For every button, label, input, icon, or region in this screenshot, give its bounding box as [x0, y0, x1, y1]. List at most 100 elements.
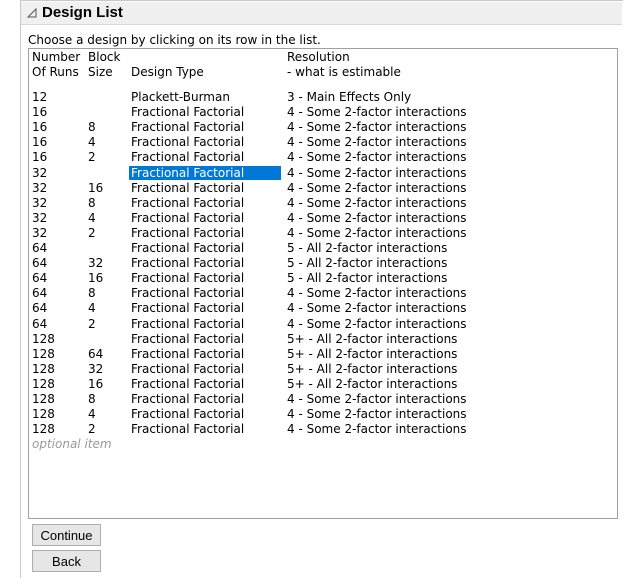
- row-resolution: 4 - Some 2-factor interactions: [287, 225, 467, 240]
- design-row[interactable]: 128 64 Fractional Factorial 5+ - All 2-fact…: [29, 347, 617, 361]
- disclosure-triangle-icon[interactable]: [25, 6, 39, 20]
- design-row[interactable]: 32 8 Fractional Factorial 4 - Some 2-factor…: [29, 196, 617, 210]
- row-resolution: 5+ - All 2-factor interactions: [287, 331, 458, 346]
- row-resolution: 5 - All 2-factor interactions: [287, 241, 448, 255]
- optional-item-row[interactable]: optional item: [32, 437, 112, 451]
- row-resolution: 4 - Some 2-factor interactions: [287, 165, 467, 180]
- design-row[interactable]: 128 8 Fractional Factorial 4 - Some 2-facto…: [29, 392, 617, 406]
- row-runs: 16: [32, 105, 48, 120]
- row-design-type: Fractional Factorial: [131, 256, 245, 271]
- header-resolution-2: - what is estimable: [287, 65, 401, 79]
- row-resolution: 4 - Some 2-factor interactions: [287, 422, 467, 437]
- row-runs: 12: [32, 90, 48, 104]
- design-row[interactable]: 64 4 Fractional Factorial 4 - Some 2-factor…: [29, 301, 617, 315]
- row-resolution: 4 - Some 2-factor interactions: [287, 180, 467, 195]
- row-block-size: 64: [88, 346, 104, 361]
- design-row[interactable]: 64 Fractional Factorial 5 - All 2-factor i…: [29, 241, 617, 255]
- design-row[interactable]: 32 2 Fractional Factorial 4 - Some 2-factor…: [29, 226, 617, 240]
- design-list-box[interactable]: Number Block Resolution Of Runs Size Des…: [28, 48, 618, 519]
- row-design-type: Fractional Factorial: [131, 392, 245, 406]
- row-runs: 64: [32, 301, 48, 316]
- design-row[interactable]: 16 Fractional Factorial 4 - Some 2-factor …: [29, 105, 617, 119]
- instruction-text: Choose a design by clicking on its row i…: [28, 33, 321, 47]
- row-design-type: Fractional Factorial: [131, 105, 245, 120]
- design-row[interactable]: 32 4 Fractional Factorial 4 - Some 2-factor…: [29, 211, 617, 225]
- row-resolution: 4 - Some 2-factor interactions: [287, 120, 467, 135]
- row-resolution: 4 - Some 2-factor interactions: [287, 316, 467, 331]
- design-row[interactable]: 128 2 Fractional Factorial 4 - Some 2-facto…: [29, 422, 617, 436]
- row-design-type: Fractional Factorial: [131, 241, 245, 255]
- design-row[interactable]: 64 2 Fractional Factorial 4 - Some 2-factor…: [29, 317, 617, 331]
- row-design-type: Fractional Factorial: [131, 407, 245, 422]
- row-design-type: Plackett-Burman: [131, 90, 230, 104]
- row-resolution: 4 - Some 2-factor interactions: [287, 150, 467, 165]
- design-row[interactable]: 128 32 Fractional Factorial 5+ - All 2-fact…: [29, 362, 617, 376]
- row-design-type: Fractional Factorial: [131, 422, 245, 437]
- header-block-1: Block: [88, 50, 121, 64]
- row-block-size: 2: [88, 225, 96, 240]
- selected-cell-highlight: Fractional Factorial: [129, 165, 281, 180]
- row-block-size: 8: [88, 120, 96, 135]
- row-runs: 64: [32, 316, 48, 331]
- row-resolution: 5+ - All 2-factor interactions: [287, 346, 458, 361]
- row-design-type: Fractional Factorial: [129, 165, 281, 180]
- row-resolution: 4 - Some 2-factor interactions: [287, 135, 467, 150]
- row-resolution: 5 - All 2-factor interactions: [287, 256, 448, 271]
- continue-button[interactable]: Continue: [32, 524, 101, 546]
- row-block-size: 2: [88, 316, 96, 331]
- design-row[interactable]: 128 Fractional Factorial 5+ - All 2-factor…: [29, 332, 617, 346]
- row-design-type: Fractional Factorial: [131, 271, 245, 286]
- design-row[interactable]: 128 4 Fractional Factorial 4 - Some 2-facto…: [29, 407, 617, 421]
- row-design-type: Fractional Factorial: [131, 346, 245, 361]
- row-design-type: Fractional Factorial: [131, 135, 245, 150]
- row-runs: 16: [32, 150, 48, 165]
- row-resolution: 4 - Some 2-factor interactions: [287, 210, 467, 225]
- row-block-size: 2: [88, 422, 96, 437]
- design-row[interactable]: 12 Plackett-Burman 3 - Main Effects Only: [29, 90, 617, 104]
- design-row[interactable]: 32 16 Fractional Factorial 4 - Some 2-facto…: [29, 181, 617, 195]
- header-block-2: Size: [88, 65, 113, 79]
- column-header-row-1: Number Block Resolution: [29, 50, 617, 64]
- row-block-size: 16: [88, 271, 104, 286]
- row-runs: 16: [32, 135, 48, 150]
- row-design-type: Fractional Factorial: [131, 120, 245, 135]
- row-resolution: 3 - Main Effects Only: [287, 90, 412, 104]
- row-runs: 128: [32, 407, 55, 422]
- row-runs: 32: [32, 195, 48, 210]
- row-resolution: 4 - Some 2-factor interactions: [287, 286, 467, 301]
- design-row[interactable]: 64 8 Fractional Factorial 4 - Some 2-factor…: [29, 286, 617, 300]
- row-runs: 32: [32, 210, 48, 225]
- row-block-size: 8: [88, 195, 96, 210]
- row-design-type: Fractional Factorial: [131, 150, 245, 165]
- row-block-size: 4: [88, 407, 96, 422]
- design-row[interactable]: 64 32 Fractional Factorial 5 - All 2-factor…: [29, 256, 617, 270]
- row-block-size: 32: [88, 361, 104, 376]
- header-runs-1: Number: [32, 50, 81, 64]
- design-row[interactable]: 32 Fractional Factorial 4 - Some 2-factor …: [29, 165, 617, 180]
- design-row[interactable]: 128 16 Fractional Factorial 5+ - All 2-fact…: [29, 377, 617, 391]
- design-row[interactable]: 16 4 Fractional Factorial 4 - Some 2-factor…: [29, 135, 617, 149]
- row-design-type: Fractional Factorial: [131, 180, 245, 195]
- design-row[interactable]: 16 2 Fractional Factorial 4 - Some 2-factor…: [29, 150, 617, 164]
- design-row[interactable]: 64 16 Fractional Factorial 5 - All 2-factor…: [29, 271, 617, 285]
- row-runs: 128: [32, 331, 55, 346]
- header-resolution-1: Resolution: [287, 50, 350, 64]
- design-row[interactable]: 16 8 Fractional Factorial 4 - Some 2-factor…: [29, 120, 617, 134]
- row-design-type: Fractional Factorial: [131, 286, 245, 301]
- row-runs: 16: [32, 120, 48, 135]
- row-runs: 64: [32, 256, 48, 271]
- header-runs-2: Of Runs: [32, 65, 79, 79]
- row-block-size: 4: [88, 210, 96, 225]
- row-block-size: 32: [88, 256, 104, 271]
- row-resolution: 4 - Some 2-factor interactions: [287, 392, 467, 406]
- row-design-type: Fractional Factorial: [131, 316, 245, 331]
- row-block-size: 8: [88, 286, 96, 301]
- row-runs: 128: [32, 361, 55, 376]
- back-button[interactable]: Back: [32, 550, 101, 572]
- row-runs: 128: [32, 392, 55, 406]
- row-block-size: 16: [88, 180, 104, 195]
- design-list-outline-header[interactable]: Design List: [21, 2, 622, 25]
- row-design-type: Fractional Factorial: [131, 225, 245, 240]
- row-runs: 128: [32, 422, 55, 437]
- row-runs: 64: [32, 241, 48, 255]
